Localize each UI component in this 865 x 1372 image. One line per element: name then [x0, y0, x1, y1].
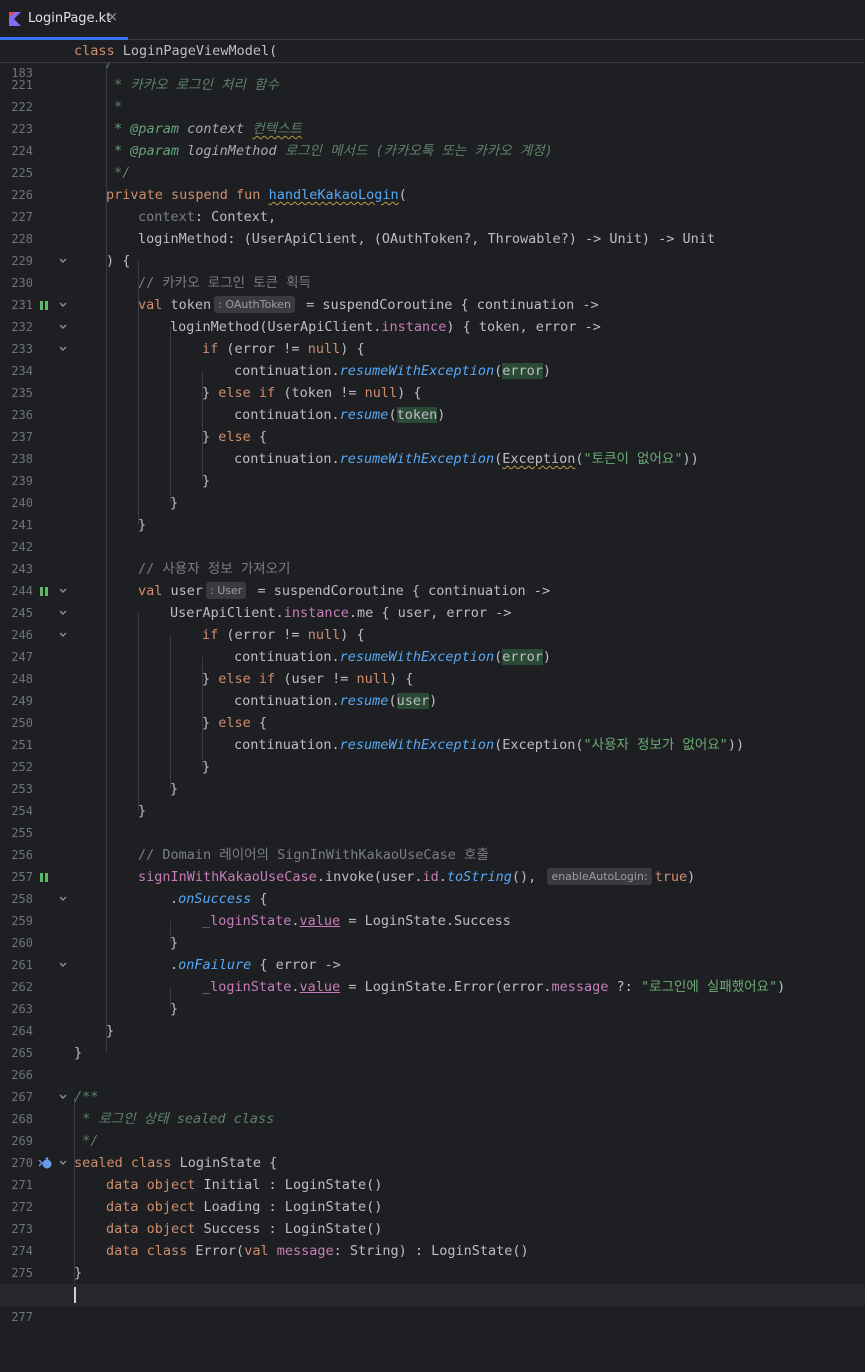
code-line: */: [74, 1133, 99, 1149]
code-line: * @param context 컨텍스트: [114, 121, 302, 137]
type-hint: : OAuthToken: [214, 296, 295, 313]
line-number: 277: [11, 1310, 33, 1324]
code-line: * 로그인 상태 sealed class: [74, 1111, 275, 1127]
close-icon[interactable]: ×: [107, 10, 118, 25]
code-line: continuation.resume(token): [234, 407, 446, 423]
code-line: class LoginPageViewModel(: [74, 43, 278, 59]
code-line: val user: User = suspendCoroutine { cont…: [138, 582, 551, 599]
fold-chevron-icon[interactable]: [58, 960, 68, 970]
code-line: _loginState.value = LoginState.Error(err…: [202, 979, 786, 995]
code-line: }: [74, 1045, 83, 1061]
code-line: }: [138, 803, 147, 819]
code-line: }: [74, 1265, 83, 1281]
code-line: signInWithKakaoUseCase.invoke(user.id.to…: [138, 868, 696, 885]
fold-chevron-icon[interactable]: [58, 1092, 68, 1102]
code-line: } else {: [202, 429, 268, 445]
code-line: data object Success : LoginState(): [106, 1221, 383, 1237]
fold-chevron-icon[interactable]: [58, 256, 68, 266]
parameter-hint: enableAutoLogin:: [547, 868, 652, 885]
code-line: } else if (user != null) {: [202, 671, 414, 687]
type-hint: : User: [206, 582, 247, 599]
suspend-call-icon[interactable]: [40, 873, 49, 882]
tab-filename: LoginPage.kt: [28, 11, 112, 26]
code-line: }: [170, 1001, 179, 1017]
code-line: continuation.resumeWithException(Excepti…: [234, 737, 745, 753]
code-line: }: [202, 759, 211, 775]
code-line: sealed class LoginState {: [74, 1155, 278, 1171]
code-line: */: [114, 165, 131, 181]
code-line: }: [170, 781, 179, 797]
code-editor[interactable]: 221 /** 222 * 카카오 로그인 처리 함수 223 * 224 * …: [0, 55, 865, 1324]
code-line: continuation.resume(user): [234, 693, 438, 709]
fold-chevron-icon[interactable]: [58, 1158, 68, 1168]
code-line: } else if (token != null) {: [202, 385, 422, 401]
current-line[interactable]: 277: [0, 1284, 865, 1324]
fold-chevron-icon[interactable]: [58, 300, 68, 310]
fold-chevron-icon[interactable]: [58, 322, 68, 332]
editor-tab-bar: LoginPage.kt ×: [0, 0, 865, 40]
code-line: data object Loading : LoginState(): [106, 1199, 383, 1215]
code-line: val token: OAuthToken = suspendCoroutine…: [138, 296, 599, 313]
code-line: // 사용자 정보 가져오기: [138, 561, 291, 577]
code-line: data object Initial : LoginState(): [106, 1177, 383, 1193]
code-line: } else {: [202, 715, 268, 731]
code-line: *: [114, 99, 123, 115]
code-line: continuation.resumeWithException(Excepti…: [234, 451, 699, 467]
fold-chevron-icon[interactable]: [58, 630, 68, 640]
code-line: UserApiClient.instance.me { user, error …: [170, 605, 512, 621]
code-line: if (error != null) {: [202, 341, 365, 357]
code-line: }: [106, 1023, 115, 1039]
code-line: }: [170, 935, 179, 951]
code-line: private suspend fun handleKakaoLogin(: [106, 187, 407, 203]
code-line: loginMethod(UserApiClient.instance) { to…: [170, 319, 601, 335]
code-line: continuation.resumeWithException(error): [234, 649, 552, 665]
code-line: context: Context,: [138, 209, 277, 225]
code-line: continuation.resumeWithException(error): [234, 363, 552, 379]
code-line: }: [138, 517, 147, 533]
code-line: // Domain 레이어의 SignInWithKakaoUseCase 호출: [138, 847, 489, 863]
code-line: ) {: [106, 253, 131, 269]
code-line: }: [202, 473, 211, 489]
code-line: * 카카오 로그인 처리 함수: [114, 77, 279, 93]
code-line: }: [170, 495, 179, 511]
tab-loginpage-kt[interactable]: LoginPage.kt ×: [0, 0, 128, 40]
fold-chevron-icon[interactable]: [58, 586, 68, 596]
code-line: .onFailure { error ->: [170, 957, 341, 973]
code-line: /**: [74, 1089, 99, 1105]
code-line: if (error != null) {: [202, 627, 365, 643]
code-line: * @param loginMethod 로그인 메서드 (카카오톡 또는 카카…: [114, 143, 553, 159]
fold-chevron-icon[interactable]: [58, 344, 68, 354]
suspend-call-icon[interactable]: [40, 587, 49, 596]
fold-chevron-icon[interactable]: [58, 608, 68, 618]
code-line: .onSuccess {: [170, 891, 268, 907]
suspend-call-icon[interactable]: [40, 301, 49, 310]
code-line: _loginState.value = LoginState.Success: [202, 913, 511, 929]
implemented-hierarchy-icon[interactable]: [38, 1157, 52, 1169]
line-number: 183: [11, 66, 33, 80]
sticky-scope-header[interactable]: 183 class LoginPageViewModel(: [0, 40, 865, 80]
code-line: data class Error(val message: String) : …: [106, 1243, 529, 1259]
code-line: loginMethod: (UserApiClient, (OAuthToken…: [138, 231, 716, 247]
kotlin-file-icon: [9, 12, 21, 26]
fold-chevron-icon[interactable]: [58, 894, 68, 904]
code-line: // 카카오 로그인 토큰 획득: [138, 275, 311, 291]
